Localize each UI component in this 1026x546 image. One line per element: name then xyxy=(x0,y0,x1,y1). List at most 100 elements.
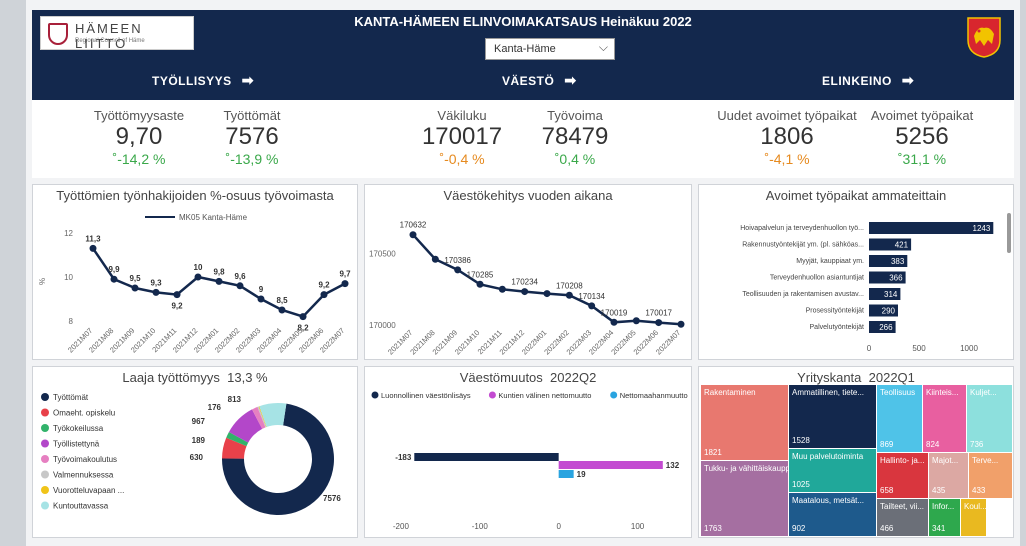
treemap-tile[interactable]: Tailteet, vii... 466 xyxy=(877,499,928,536)
kpi-change: ˚0,4 % xyxy=(554,151,596,167)
broad-unemployment-donut[interactable]: 7576 630 189 967176 813 Työttömät Omaeht. opis… xyxy=(33,367,359,539)
x-tick-label: 0 xyxy=(556,522,561,531)
data-label: 170134 xyxy=(578,292,605,301)
legend-swatch xyxy=(41,470,49,479)
x-tick-label: -200 xyxy=(393,522,410,531)
treemap-tile-value: 1528 xyxy=(792,436,810,445)
data-point xyxy=(409,231,417,239)
treemap-tile[interactable]: Kuljet... 736 xyxy=(967,385,1012,452)
category-label: Myyjät, kauppiaat ym. xyxy=(796,258,864,265)
data-label: 9,6 xyxy=(234,272,246,281)
kpi-tyottomat: Työttömät 7576 ˚-13,9 % xyxy=(212,108,292,167)
business-treemap[interactable]: Rakentaminen 1821 Tukku- ja vähittäiskaupp… xyxy=(701,385,1013,537)
legend-swatch xyxy=(41,439,49,448)
legend-swatch xyxy=(488,391,496,399)
kpi-label: Työttömyysaste xyxy=(93,108,185,123)
nav-tyollisyys[interactable]: TYÖLLISYYS ➡ xyxy=(152,72,254,89)
data-label: 9,8 xyxy=(213,267,225,276)
legend-label: Työvoimakoulutus xyxy=(53,455,117,464)
data-label: 9,7 xyxy=(339,270,351,279)
treemap-tile[interactable]: Tukku- ja vähittäiskaupp... 1763 xyxy=(701,461,788,536)
data-label: 9,5 xyxy=(129,274,141,283)
kpi-tyovoima: Työvoima 78479 ˚0,4 % xyxy=(530,108,620,167)
data-point xyxy=(173,291,181,299)
legend-swatch xyxy=(41,424,49,432)
card-population-line: Väestökehitys vuoden aikana 170500 170000… xyxy=(364,184,692,360)
kpi-value: 78479 xyxy=(541,123,609,150)
data-point xyxy=(677,320,685,328)
legend-label: Työllistettynä xyxy=(53,440,100,449)
arrow-right-icon: ➡ xyxy=(901,72,915,88)
treemap-tile[interactable]: Teollisuus 869 xyxy=(877,385,922,452)
kpi-label: Työvoima xyxy=(547,108,603,123)
data-point xyxy=(215,277,223,285)
kpi-tyottomyysaste: Työttömyysaste 9,70 ˚-14,2 % xyxy=(84,108,194,167)
slice-label: 967 xyxy=(192,417,206,426)
slice-label: 189 xyxy=(192,436,206,445)
treemap-tile[interactable]: Hallinto- ja... 658 xyxy=(877,453,928,498)
treemap-tile[interactable]: Kiinteis... 824 xyxy=(923,385,966,452)
treemap-tile[interactable]: Rakentaminen 1821 xyxy=(701,385,788,460)
kanta-hame-crest-icon xyxy=(967,17,1001,58)
dashboard-title: KANTA-HÄMEEN ELINVOIMAKATSAUS Heinäkuu 2… xyxy=(354,14,692,29)
data-label: 170285 xyxy=(467,270,494,279)
data-point xyxy=(610,318,618,326)
kpi-label: Työttömät xyxy=(223,108,281,123)
chart-period: 2022Q1 xyxy=(868,370,915,385)
y-tick-label: 170000 xyxy=(369,321,396,330)
treemap-tile-value: 869 xyxy=(880,440,894,449)
treemap-tile-label: Majot... xyxy=(932,456,959,465)
scrollbar xyxy=(1007,213,1011,253)
data-point xyxy=(320,291,328,299)
treemap-tile[interactable]: Muu palvelutoiminta 1025 xyxy=(789,449,876,492)
data-label: 170386 xyxy=(444,256,471,265)
treemap-tile-value: 736 xyxy=(970,440,984,449)
treemap-tile[interactable]: Majot... 435 xyxy=(929,453,968,498)
bar-value-label: 132 xyxy=(666,461,680,470)
unemployment-line-chart[interactable]: MK05 Kanta-Häme% 12 10 8 11,3 9,9 9,5 9,3 9,2 10 9… xyxy=(33,185,359,361)
slice-label: 630 xyxy=(190,453,204,462)
legend-label: Työttömät xyxy=(53,393,89,402)
treemap-tile-value: 435 xyxy=(932,486,946,495)
card-population-change: Väestömuutos 2022Q2 Luonnollinen väestön… xyxy=(364,366,692,538)
treemap-tile[interactable]: Terve... 433 xyxy=(969,453,1012,498)
x-tick-label: 0 xyxy=(867,344,872,353)
population-line-chart[interactable]: 170500 170000 170632 170386 170285 170234 1702… xyxy=(365,185,693,361)
region-dropdown[interactable]: Kanta-Häme ⌵ xyxy=(485,38,615,60)
data-point xyxy=(299,313,307,321)
treemap-tile-label: Kiinteis... xyxy=(926,388,959,397)
treemap-tile-value: 824 xyxy=(926,440,940,449)
legend-label: Vuorotteluvapaan ... xyxy=(53,486,124,495)
treemap-tile[interactable]: Ammatillinen, tiete... 1528 xyxy=(789,385,876,448)
data-point xyxy=(257,295,265,303)
kpi-change: ˚-13,9 % xyxy=(225,151,279,167)
bar-value-label: 421 xyxy=(895,241,909,250)
nav-elinkeino-label: ELINKEINO xyxy=(822,74,892,88)
arrow-right-icon: ➡ xyxy=(564,72,577,88)
chart-title: Väestökehitys vuoden aikana xyxy=(443,188,613,203)
data-label: 8,5 xyxy=(276,296,288,305)
treemap-tile[interactable]: Koul... xyxy=(961,499,986,536)
card-vacancies-bar: Avoimet työpaikat ammateittain Hoivapalv… xyxy=(698,184,1014,360)
treemap-tile[interactable]: Infor... 341 xyxy=(929,499,960,536)
data-point xyxy=(278,306,286,314)
x-tick-label: 1000 xyxy=(960,344,978,353)
series-line xyxy=(412,233,682,326)
vacancies-bar-chart[interactable]: Hoivapalvelun ja terveydenhuollon työ...… xyxy=(699,185,1015,361)
nav-vaesto[interactable]: VÄESTÖ ➡ xyxy=(502,72,577,89)
treemap-tile-label: Muu palvelutoiminta xyxy=(792,452,864,461)
nav-elinkeino[interactable]: ELINKEINO ➡ xyxy=(822,72,914,89)
population-change-bar[interactable]: Luonnollinen väestönlisäys Kuntien väline… xyxy=(365,367,693,539)
treemap-tile-value: 433 xyxy=(972,486,986,495)
chart-title: Väestömuutos 2022Q2 xyxy=(365,370,691,385)
y-tick-label: 170500 xyxy=(369,250,396,259)
data-point xyxy=(521,288,529,296)
treemap-tile-label: Infor... xyxy=(932,502,955,511)
chevron-down-icon: ⌵ xyxy=(598,40,608,54)
data-point xyxy=(588,302,596,310)
treemap-tile[interactable]: Maatalous, metsät... 902 xyxy=(789,493,876,536)
y-axis-label: % xyxy=(38,278,47,285)
slice-label: 176 xyxy=(208,403,222,412)
category-label: Hoivapalvelun ja terveydenhuollon työ... xyxy=(740,225,864,232)
data-label: 170017 xyxy=(645,309,672,318)
